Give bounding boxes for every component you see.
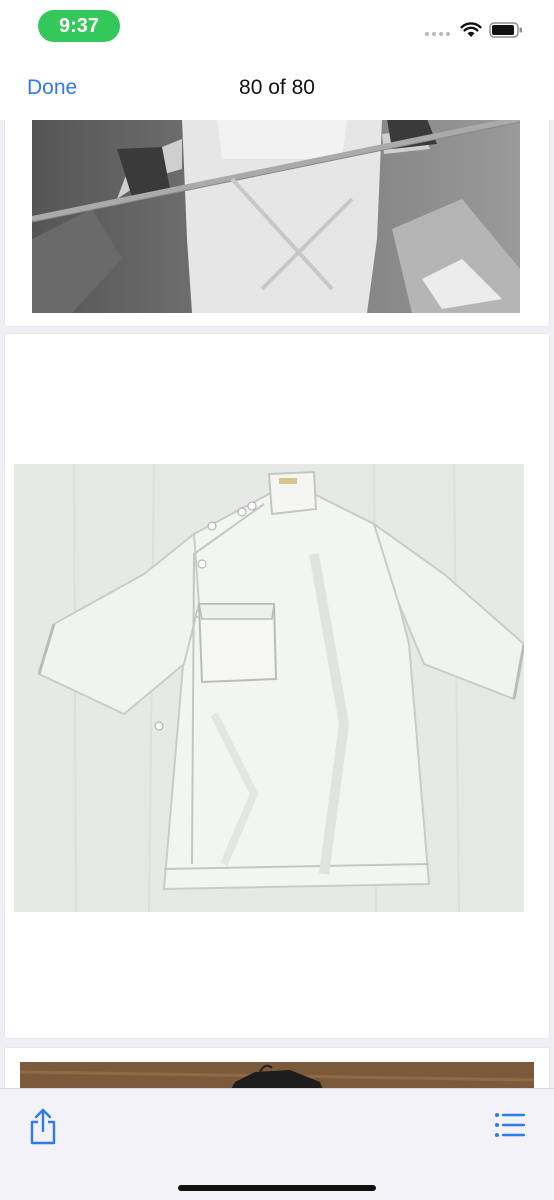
pdf-viewer-screen: 9:37 Done 80 of 80 bbox=[0, 0, 554, 1200]
battery-icon bbox=[489, 22, 522, 38]
status-time[interactable]: 9:37 bbox=[38, 10, 120, 42]
share-icon[interactable] bbox=[28, 1107, 58, 1145]
chef-coat-photo bbox=[14, 464, 524, 912]
page-79[interactable] bbox=[5, 105, 549, 326]
page-80[interactable] bbox=[5, 334, 549, 1038]
list-icon[interactable] bbox=[494, 1111, 526, 1139]
chef-photo bbox=[32, 119, 520, 313]
page-counter-title: 80 of 80 bbox=[239, 76, 315, 99]
status-bar: 9:37 bbox=[0, 0, 554, 54]
wifi-icon bbox=[460, 22, 482, 37]
signal-icon bbox=[425, 32, 450, 36]
bottom-toolbar bbox=[0, 1088, 554, 1200]
navigation-bar: Done 80 of 80 bbox=[0, 54, 554, 120]
home-indicator[interactable] bbox=[178, 1185, 376, 1191]
